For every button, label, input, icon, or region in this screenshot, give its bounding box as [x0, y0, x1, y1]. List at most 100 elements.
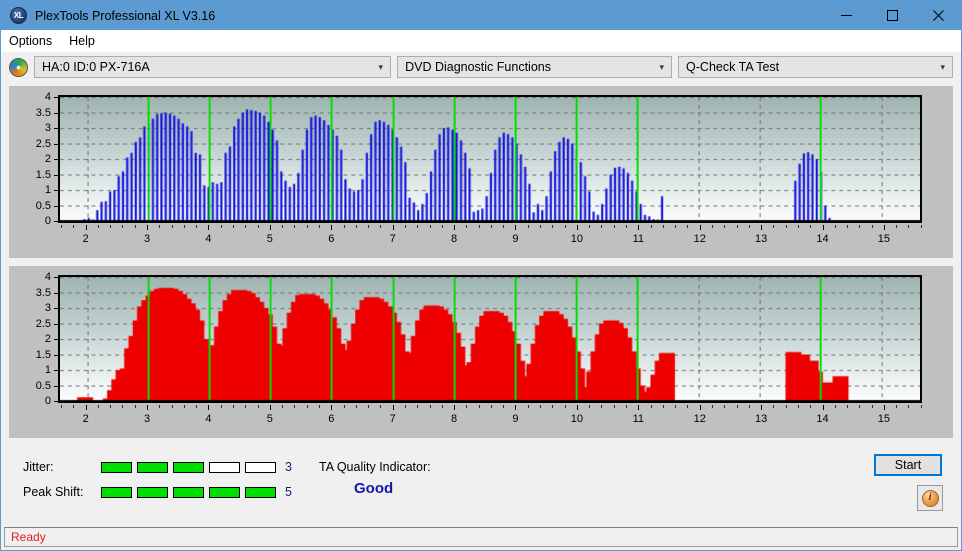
x-tick-label: 10 — [570, 413, 584, 425]
x-tick-minor — [97, 225, 99, 228]
jitter-segment — [245, 461, 276, 473]
x-tick-label: 6 — [328, 413, 335, 425]
x-tick-minor — [233, 405, 234, 408]
status-bar: Ready — [4, 527, 958, 547]
x-tick-minor — [871, 225, 873, 228]
x-tick-mark — [761, 225, 763, 230]
y-tick-label: 1.5 — [35, 168, 51, 181]
start-button[interactable]: Start — [874, 454, 942, 476]
x-tick-minor — [257, 405, 259, 408]
minimize-icon[interactable] — [823, 1, 869, 30]
jitter-chart-plot — [58, 95, 922, 223]
y-tick-label: 2.5 — [35, 137, 51, 150]
x-tick-label: 5 — [266, 413, 273, 425]
x-tick-minor — [662, 405, 664, 408]
x-tick-label: 2 — [82, 233, 89, 245]
x-tick-minor — [503, 225, 505, 228]
x-tick-minor — [417, 405, 419, 408]
x-tick-minor — [171, 405, 173, 408]
x-tick-minor — [282, 405, 284, 408]
x-tick-label: 10 — [570, 233, 584, 245]
y-tick-label: 1 — [44, 364, 51, 376]
x-tick-label: 13 — [754, 413, 768, 425]
jitter-value: 3 — [285, 460, 292, 474]
jitter-segment — [137, 461, 168, 473]
x-tick-mark — [392, 405, 394, 410]
peak-shift-chart-x-axis: 2 3 4 5 6 7 8 9 10 11 12 13 14 15 — [58, 405, 922, 433]
x-tick-minor — [503, 405, 505, 408]
x-tick-minor — [785, 225, 787, 228]
x-tick-label: 14 — [816, 413, 829, 425]
x-tick-mark — [883, 405, 885, 410]
close-icon[interactable] — [915, 1, 961, 30]
x-tick-minor — [626, 405, 628, 408]
jitter-chart-x-axis: 2 3 4 5 6 7 8 9 10 11 12 13 14 15 — [58, 225, 922, 253]
function-select[interactable]: DVD Diagnostic Functions ▾ — [397, 56, 673, 78]
x-tick-minor — [368, 225, 370, 228]
x-tick-minor — [257, 225, 259, 228]
x-tick-label: 5 — [266, 233, 273, 245]
y-tick-label: 2 — [44, 153, 51, 165]
x-tick-minor — [306, 405, 308, 408]
charts-area: 0 0.5 1 1.5 2 2.5 3 3.5 4 2 3 4 5 6 7 8 9 10 11 12 13 14 15 0… — [1, 82, 961, 446]
x-tick-label: 8 — [451, 413, 458, 425]
x-tick-minor — [626, 225, 628, 228]
x-tick-minor — [110, 225, 112, 228]
x-tick-label: 4 — [205, 413, 212, 425]
y-tick-label: 0.5 — [35, 199, 51, 212]
y-tick-label: 3.5 — [35, 286, 51, 299]
peak-shift-meter-row: Peak Shift: 5 — [23, 485, 292, 499]
x-tick-minor — [404, 225, 406, 228]
x-tick-mark — [638, 225, 640, 230]
x-tick-minor — [650, 405, 652, 408]
x-tick-minor — [368, 405, 370, 408]
y-tick-label: 3 — [44, 122, 51, 134]
x-tick-minor — [183, 405, 185, 408]
x-tick-minor — [466, 405, 468, 408]
drive-select[interactable]: HA:0 ID:0 PX-716A ▾ — [34, 56, 392, 78]
x-tick-minor — [748, 405, 750, 408]
peak-shift-segment — [173, 486, 204, 498]
title-bar: XL PlexTools Professional XL V3.16 — [1, 1, 961, 30]
status-text: Ready — [11, 530, 46, 544]
info-button[interactable]: i — [917, 485, 943, 511]
x-tick-mark — [208, 405, 210, 410]
x-tick-label: 8 — [451, 233, 458, 245]
peak-shift-value: 5 — [285, 485, 292, 499]
x-tick-minor — [589, 405, 591, 408]
x-tick-minor — [552, 225, 554, 228]
peak-shift-segment — [101, 486, 132, 498]
x-tick-minor — [73, 405, 75, 408]
x-tick-minor — [540, 225, 542, 228]
x-tick-mark — [576, 405, 578, 410]
x-tick-minor — [404, 405, 406, 408]
function-select-value: DVD Diagnostic Functions — [405, 60, 551, 74]
jitter-meter-row: Jitter: 3 — [23, 460, 292, 474]
x-tick-minor — [908, 405, 910, 408]
info-icon: i — [921, 489, 939, 507]
x-tick-minor — [920, 405, 922, 408]
jitter-chart-panel: 0 0.5 1 1.5 2 2.5 3 3.5 4 2 3 4 5 6 7 8 9 10 11 12 13 14 15 — [9, 86, 953, 258]
y-tick-label: 0 — [44, 395, 51, 407]
chevron-down-icon: ▾ — [378, 61, 384, 72]
x-tick-minor — [896, 405, 898, 408]
x-tick-mark — [269, 405, 271, 410]
x-tick-minor — [773, 405, 775, 408]
x-tick-mark — [699, 225, 701, 230]
x-tick-minor — [613, 225, 615, 228]
maximize-icon[interactable] — [869, 1, 915, 30]
x-tick-mark — [269, 225, 271, 230]
x-tick-label: 6 — [328, 233, 335, 245]
x-tick-minor — [343, 405, 345, 408]
x-tick-mark — [331, 225, 333, 230]
x-tick-minor — [318, 405, 320, 408]
menu-item-help[interactable]: Help — [69, 33, 104, 49]
x-tick-minor — [159, 405, 161, 408]
menu-item-options[interactable]: Options — [9, 33, 61, 49]
x-tick-minor — [687, 225, 689, 228]
test-select[interactable]: Q-Check TA Test ▾ — [678, 56, 954, 78]
x-tick-minor — [380, 225, 382, 228]
x-tick-minor — [847, 225, 849, 228]
x-tick-minor — [736, 225, 738, 228]
x-tick-mark — [454, 225, 456, 230]
